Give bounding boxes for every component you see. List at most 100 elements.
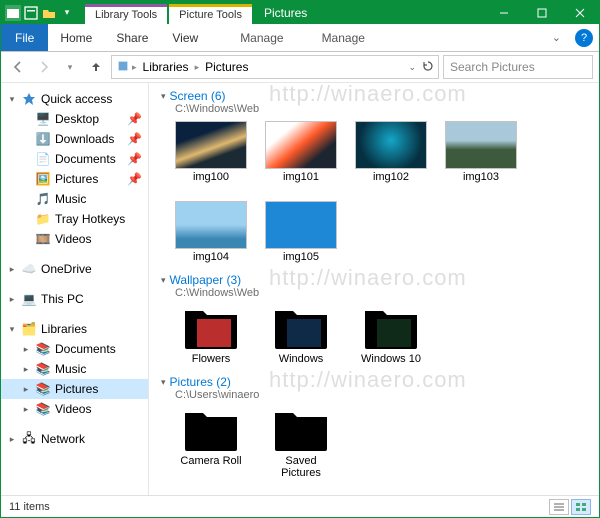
ribbon-tab-home[interactable]: Home: [48, 24, 104, 51]
ribbon-tab-manage-picture[interactable]: Manage: [310, 24, 377, 51]
image-thumbnail[interactable]: img105: [265, 201, 337, 263]
libraries-node[interactable]: ▾🗂️Libraries: [1, 319, 148, 339]
folder-thumbnail[interactable]: Saved Pictures: [265, 407, 337, 479]
file-explorer-window: ▾ Library Tools Picture Tools Pictures F…: [0, 0, 600, 518]
address-row: ▾ ▸ Libraries ▸ Pictures ⌄ Search Pictur…: [1, 52, 599, 82]
pin-icon: 📌: [127, 152, 148, 166]
qat-properties-icon[interactable]: [23, 5, 39, 21]
sidebar-item-videos[interactable]: 🎞️Videos: [1, 229, 148, 249]
thumbnail-image: [355, 121, 427, 169]
group-title: Screen (6): [170, 89, 226, 103]
chevron-right-icon[interactable]: ▸: [132, 62, 137, 73]
nav-forward-button[interactable]: [33, 56, 55, 78]
thumbnail-image: [265, 201, 337, 249]
sidebar-item-tray-hotkeys[interactable]: 📁Tray Hotkeys: [1, 209, 148, 229]
sidebar-library-pictures[interactable]: ▸📚Pictures: [1, 379, 148, 399]
content-pane[interactable]: ▾Screen (6)C:\Windows\Webhttp://winaero.…: [149, 83, 599, 495]
folder-thumbnail[interactable]: Windows: [265, 305, 337, 365]
onedrive-node[interactable]: ▸☁️OneDrive: [1, 259, 148, 279]
thumbnail-label: img104: [193, 251, 229, 263]
chevron-down-icon[interactable]: ▾: [161, 91, 166, 102]
ribbon-expand-icon[interactable]: ⌄: [544, 31, 569, 44]
sidebar-library-music[interactable]: ▸📚Music: [1, 359, 148, 379]
breadcrumb-libraries[interactable]: Libraries: [139, 60, 193, 74]
image-thumbnail[interactable]: img103: [445, 121, 517, 183]
sidebar-library-documents[interactable]: ▸📚Documents: [1, 339, 148, 359]
refresh-icon[interactable]: [422, 60, 434, 75]
videos-library-icon: 📚: [35, 401, 51, 417]
nav-recent-dropdown-icon[interactable]: ▾: [59, 56, 81, 78]
libraries-icon: 🗂️: [21, 321, 37, 337]
breadcrumb-pictures[interactable]: Pictures: [201, 60, 252, 74]
folder-thumbnail[interactable]: Camera Roll: [175, 407, 247, 479]
image-thumbnail[interactable]: img102: [355, 121, 427, 183]
sidebar-item-desktop[interactable]: 🖥️Desktop📌: [1, 109, 148, 129]
this-pc-node[interactable]: ▸💻This PC: [1, 289, 148, 309]
maximize-button[interactable]: [523, 1, 561, 24]
ribbon-tabs: File Home Share View Manage Manage ⌄ ?: [1, 24, 599, 52]
chevron-down-icon[interactable]: ▾: [161, 377, 166, 388]
quick-access-node[interactable]: ▾ Quick access: [1, 89, 148, 109]
close-button[interactable]: [561, 1, 599, 24]
explorer-body: ▾ Quick access 🖥️Desktop📌 ⬇️Downloads📌 📄…: [1, 82, 599, 495]
folder-thumbnail[interactable]: Windows 10: [355, 305, 427, 365]
ribbon-tab-view[interactable]: View: [160, 24, 210, 51]
group-header[interactable]: ▾ Pictures (2)C:\Users\winaero: [149, 369, 599, 401]
music-library-icon: 📚: [35, 361, 51, 377]
location-icon: [116, 59, 130, 76]
address-bar[interactable]: ▸ Libraries ▸ Pictures ⌄: [111, 55, 439, 79]
nav-up-button[interactable]: [85, 56, 107, 78]
qat-dropdown-icon[interactable]: ▾: [59, 5, 75, 21]
pin-icon: 📌: [127, 132, 148, 146]
qat-new-folder-icon[interactable]: [41, 5, 57, 21]
file-tab[interactable]: File: [1, 24, 48, 51]
search-box[interactable]: Search Pictures: [443, 55, 593, 79]
pictures-icon: 🖼️: [35, 171, 51, 187]
folder-icon: [183, 407, 239, 453]
sidebar-item-pictures[interactable]: 🖼️Pictures📌: [1, 169, 148, 189]
nav-back-button[interactable]: [7, 56, 29, 78]
ribbon-tab-share[interactable]: Share: [104, 24, 160, 51]
image-thumbnail[interactable]: img101: [265, 121, 337, 183]
onedrive-icon: ☁️: [21, 261, 37, 277]
context-tab-library-tools[interactable]: Library Tools: [85, 4, 167, 24]
group-header[interactable]: ▾Screen (6)C:\Windows\Web: [149, 83, 599, 115]
music-icon: 🎵: [35, 191, 51, 207]
thumbnail-label: Flowers: [192, 353, 231, 365]
chevron-right-icon[interactable]: ▸: [195, 62, 200, 73]
network-node[interactable]: ▸🖧Network: [1, 429, 148, 449]
help-icon[interactable]: ?: [575, 29, 593, 47]
folder-thumbnail[interactable]: Flowers: [175, 305, 247, 365]
thumbnail-label: Saved Pictures: [265, 455, 337, 479]
minimize-button[interactable]: [485, 1, 523, 24]
downloads-icon: ⬇️: [35, 131, 51, 147]
chevron-down-icon[interactable]: ▾: [161, 275, 166, 286]
network-icon: 🖧: [21, 431, 37, 447]
image-thumbnail[interactable]: img100: [175, 121, 247, 183]
sidebar-item-documents[interactable]: 📄Documents📌: [1, 149, 148, 169]
thumbnail-label: img100: [193, 171, 229, 183]
view-large-icons-button[interactable]: [571, 499, 591, 515]
address-dropdown-icon[interactable]: ⌄: [408, 62, 416, 73]
group-path: C:\Users\winaero: [161, 389, 599, 401]
this-pc-icon: 💻: [21, 291, 37, 307]
group-title: Pictures (2): [170, 375, 231, 389]
app-icon: [5, 5, 21, 21]
thumbnail-image: [445, 121, 517, 169]
folder-icon: [183, 305, 239, 351]
context-tab-picture-tools[interactable]: Picture Tools: [169, 4, 252, 24]
thumbnail-label: Camera Roll: [180, 455, 241, 467]
sidebar-item-downloads[interactable]: ⬇️Downloads📌: [1, 129, 148, 149]
navigation-pane[interactable]: ▾ Quick access 🖥️Desktop📌 ⬇️Downloads📌 📄…: [1, 83, 149, 495]
documents-library-icon: 📚: [35, 341, 51, 357]
ribbon-tab-manage-library[interactable]: Manage: [228, 24, 295, 51]
thumbnail-image: [175, 121, 247, 169]
image-thumbnail[interactable]: img104: [175, 201, 247, 263]
sidebar-item-music[interactable]: 🎵Music: [1, 189, 148, 209]
thumbnail-row: img100 img101 img102 img103 img104 img105: [149, 115, 599, 267]
sidebar-library-videos[interactable]: ▸📚Videos: [1, 399, 148, 419]
group-header[interactable]: ▾Wallpaper (3)C:\Windows\Web: [149, 267, 599, 299]
view-details-button[interactable]: [549, 499, 569, 515]
thumbnail-label: img102: [373, 171, 409, 183]
thumbnail-row: Camera Roll Saved Pictures: [149, 401, 599, 483]
